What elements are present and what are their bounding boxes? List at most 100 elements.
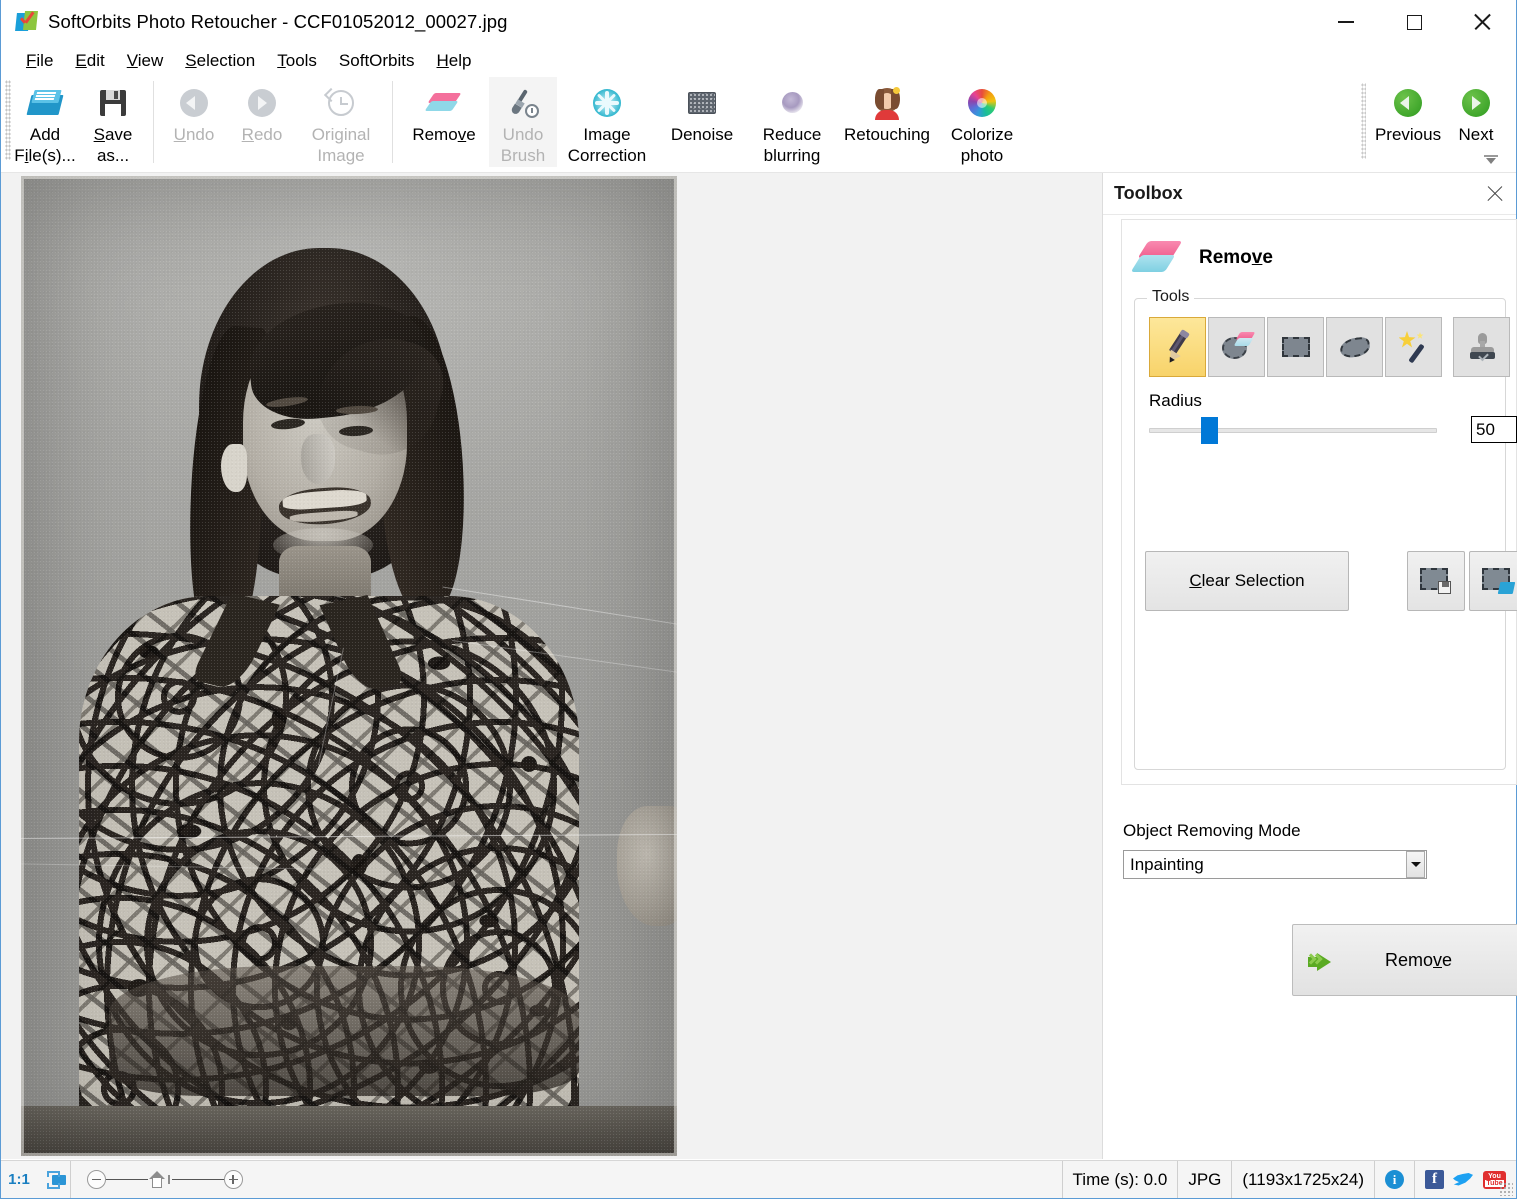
image-canvas[interactable] — [1, 173, 1102, 1159]
eraser-circle-icon — [1220, 330, 1254, 364]
portrait-icon — [870, 86, 904, 120]
green-arrow-right-icon — [1459, 86, 1493, 120]
toolbar-button-original-image[interactable]: Original Image — [296, 77, 386, 167]
toolbar-button-colorize-photo[interactable]: Colorize photo — [937, 77, 1027, 167]
menu-item-softorbits[interactable]: SoftOrbits — [328, 48, 426, 74]
toolbar-button-remove[interactable]: Remove — [399, 77, 489, 167]
toolbar-separator-1 — [153, 81, 154, 163]
toolbar-button-retouching[interactable]: Retouching — [837, 77, 937, 167]
menu-item-view[interactable]: View — [116, 48, 175, 74]
radius-label: Radius — [1149, 391, 1202, 411]
main-toolbar: Add File(s)... Save as... Undo — [1, 77, 1516, 173]
toolbar-label-undo-brush-line2: Brush — [501, 145, 545, 166]
load-selection-icon — [1482, 568, 1514, 594]
arrow-left-icon — [177, 86, 211, 120]
facebook-icon[interactable]: f — [1425, 1170, 1444, 1189]
blur-circle-icon — [775, 86, 809, 120]
arrow-right-icon — [245, 86, 279, 120]
toolbar-label-next: Next — [1459, 124, 1494, 145]
active-tool-header: Remove — [1122, 220, 1516, 280]
status-time: Time (s): 0.0 — [1063, 1161, 1179, 1198]
maximize-icon — [1407, 15, 1422, 30]
info-icon[interactable]: i — [1385, 1170, 1404, 1189]
rectangle-select-icon — [1279, 330, 1313, 364]
tool-button-eraser[interactable] — [1208, 317, 1265, 377]
tool-button-rect-select[interactable] — [1267, 317, 1324, 377]
status-dimensions: (1193x1725x24) — [1232, 1161, 1375, 1198]
application-window: SoftOrbits Photo Retoucher - CCF01052012… — [0, 0, 1517, 1199]
magic-wand-icon — [1397, 330, 1431, 364]
toolbar-label-remove: Remove — [412, 124, 475, 145]
zoom-in-icon[interactable] — [224, 1170, 243, 1189]
minimize-button[interactable] — [1312, 0, 1380, 44]
toolbar-button-image-correction[interactable]: Image Correction — [557, 77, 657, 167]
menu-item-tools[interactable]: Tools — [266, 48, 328, 74]
minimize-icon — [1338, 21, 1354, 23]
toolbar-label-original-image-line1: Original — [312, 124, 371, 145]
object-removing-mode-value: Inpainting — [1124, 855, 1406, 875]
pencil-icon — [1161, 330, 1195, 364]
toolbar-button-reduce-blurring[interactable]: Reduce blurring — [747, 77, 837, 167]
load-selection-button[interactable] — [1469, 551, 1517, 611]
remove-action-button[interactable]: Remove — [1292, 924, 1517, 996]
status-bar: 1:1 Time (s): 0.0 JPG (1193x1725x24) i f… — [1, 1160, 1516, 1198]
menu-item-help[interactable]: Help — [426, 48, 483, 74]
toolbar-label-image-correction-line1: Image — [583, 124, 630, 145]
stamp-icon — [1465, 330, 1499, 364]
close-icon[interactable] — [1486, 185, 1504, 203]
zoom-slider[interactable] — [85, 1161, 245, 1198]
toolbar-button-next[interactable]: Next — [1442, 77, 1510, 167]
toolbar-nav-drag-handle[interactable] — [1361, 83, 1366, 159]
toolbar-button-denoise[interactable]: Denoise — [657, 77, 747, 167]
zoom-out-icon[interactable] — [87, 1170, 106, 1189]
toolbar-button-undo-brush[interactable]: Undo Brush — [489, 77, 557, 167]
eraser-icon — [427, 86, 461, 120]
open-folder-icon — [28, 86, 62, 120]
toolbar-button-add-files[interactable]: Add File(s)... — [11, 77, 79, 167]
toolbar-button-previous[interactable]: Previous — [1374, 77, 1442, 167]
zoom-home-handle-icon[interactable] — [149, 1171, 165, 1188]
zoom-ratio-button[interactable]: 1:1 — [1, 1161, 37, 1198]
tool-button-brush[interactable] — [1149, 317, 1206, 377]
close-icon — [1473, 13, 1491, 31]
save-selection-button[interactable] — [1407, 551, 1465, 611]
toolbar-button-redo[interactable]: Redo — [228, 77, 296, 167]
photo-image[interactable] — [21, 176, 677, 1156]
radius-slider-track[interactable] — [1149, 428, 1437, 433]
toolbar-button-undo[interactable]: Undo — [160, 77, 228, 167]
toolbar-button-save-as[interactable]: Save as... — [79, 77, 147, 167]
radius-slider[interactable] — [1149, 417, 1437, 443]
toolbar-label-add-files-line2: File(s)... — [14, 145, 75, 166]
tool-button-lasso-select[interactable] — [1326, 317, 1383, 377]
close-button[interactable] — [1448, 0, 1516, 44]
menu-item-edit[interactable]: Edit — [64, 48, 115, 74]
active-tool-name: Remove — [1199, 247, 1273, 269]
tool-button-clone-stamp[interactable] — [1453, 317, 1510, 377]
object-removing-mode-select[interactable]: Inpainting — [1123, 850, 1427, 879]
app-logo-icon — [16, 11, 38, 33]
menu-item-selection[interactable]: Selection — [174, 48, 266, 74]
twitter-icon[interactable] — [1453, 1170, 1474, 1189]
toolbar-label-undo-brush-line1: Undo — [503, 124, 544, 145]
radius-slider-thumb[interactable] — [1201, 417, 1218, 444]
toolbox-title: Toolbox — [1114, 183, 1183, 204]
tool-button-magic-wand[interactable] — [1385, 317, 1442, 377]
eraser-icon — [1135, 236, 1183, 280]
menu-bar: File Edit View Selection Tools SoftOrbit… — [1, 44, 1516, 77]
fit-to-screen-icon — [47, 1171, 60, 1189]
toolbar-label-retouching: Retouching — [844, 124, 930, 145]
menu-item-file[interactable]: File — [15, 48, 64, 74]
toolbar-label-colorize-line2: photo — [961, 145, 1004, 166]
maximize-button[interactable] — [1380, 0, 1448, 44]
status-format: JPG — [1178, 1161, 1232, 1198]
chevron-down-icon[interactable] — [1406, 851, 1425, 878]
resize-grip[interactable] — [1499, 1182, 1513, 1196]
radius-value-input[interactable]: 50 — [1471, 416, 1517, 443]
tools-groupbox-label: Tools — [1147, 288, 1194, 306]
remove-action-label: Remove — [1385, 950, 1452, 971]
fit-to-screen-button[interactable] — [37, 1161, 71, 1198]
window-title: SoftOrbits Photo Retoucher - CCF01052012… — [48, 11, 508, 33]
floppy-disk-icon — [96, 86, 130, 120]
clear-selection-button[interactable]: Clear Selection — [1145, 551, 1349, 611]
toolbar-label-undo: Undo — [174, 124, 215, 145]
